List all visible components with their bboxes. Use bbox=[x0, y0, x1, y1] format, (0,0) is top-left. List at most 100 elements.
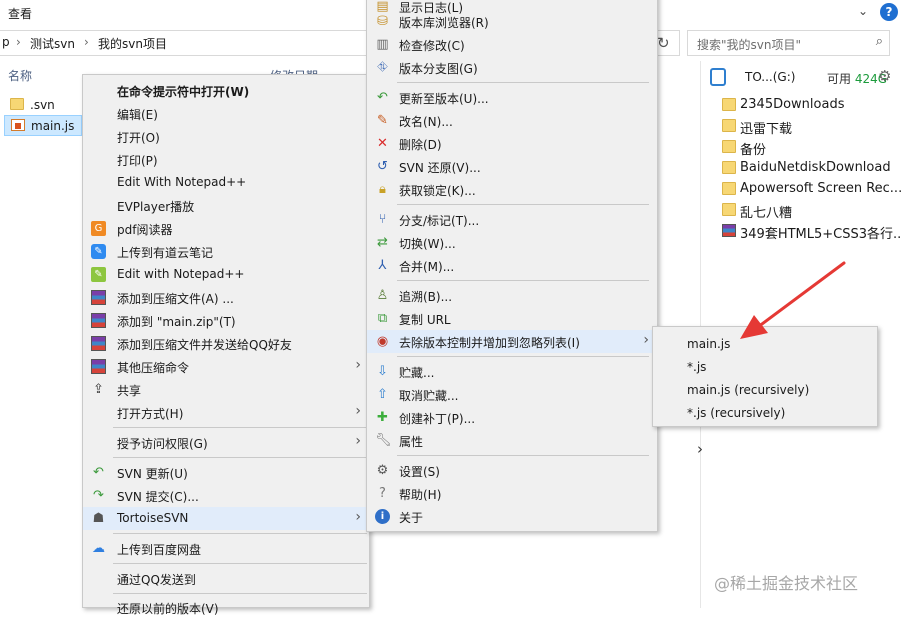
menu-item-send-qq[interactable]: 通过QQ发送到 bbox=[83, 567, 369, 590]
menu-item-label: 打印(P) bbox=[117, 154, 158, 168]
menu-item-svn-revert[interactable]: ↺ SVN 还原(V)... bbox=[367, 155, 657, 178]
menu-item-blame[interactable]: ♙ 追溯(B)... bbox=[367, 284, 657, 307]
menu-item-ignore-main-js-recursive[interactable]: main.js (recursively) bbox=[653, 379, 877, 402]
menu-item-grant-access[interactable]: 授予访问权限(G) › bbox=[83, 431, 369, 454]
youdao-note-icon: ✎ bbox=[91, 244, 106, 259]
help-icon: ? bbox=[379, 486, 386, 501]
unshelve-icon: ⇧ bbox=[377, 387, 388, 402]
file-row-svn[interactable]: .svn bbox=[4, 95, 82, 116]
tortoise-icon: ☗ bbox=[92, 511, 105, 526]
help-icon[interactable]: ? bbox=[880, 3, 898, 21]
notepadpp-icon: ✎ bbox=[91, 267, 106, 282]
breadcrumb-item[interactable]: 我的svn项目 bbox=[98, 35, 167, 52]
menu-item-label: 版本库浏览器(R) bbox=[399, 16, 489, 30]
menu-separator bbox=[397, 455, 649, 456]
menu-item-label: SVN 提交(C)... bbox=[117, 490, 199, 504]
pdf-icon: G bbox=[91, 221, 106, 236]
column-header-name[interactable]: 名称 bbox=[8, 67, 32, 84]
settings-icon: ⚙ bbox=[376, 463, 389, 478]
patch-icon: ✚ bbox=[377, 410, 388, 425]
menu-item-shelve[interactable]: ⇩ 贮藏... bbox=[367, 360, 657, 383]
menu-item-label: 添加到 "main.zip"(T) bbox=[117, 315, 236, 329]
search-input[interactable]: 搜索"我的svn项目" ⌕ bbox=[687, 30, 890, 56]
js-file-icon bbox=[11, 119, 25, 131]
chevron-right-icon[interactable]: › bbox=[697, 440, 719, 466]
check-modifications-icon: ▥ bbox=[376, 37, 389, 52]
menu-item-open-with[interactable]: 打开方式(H) › bbox=[83, 401, 369, 424]
menu-item-help[interactable]: ? 帮助(H) bbox=[367, 482, 657, 505]
blame-icon: ♙ bbox=[376, 288, 389, 303]
menu-item-baidu-upload[interactable]: ☁ 上传到百度网盘 bbox=[83, 537, 369, 560]
menu-item-label: 切换(W)... bbox=[399, 237, 456, 251]
menu-item-repo-browser[interactable]: ⛁ 版本库浏览器(R) bbox=[367, 10, 657, 33]
menu-item-edit[interactable]: 编辑(E) bbox=[83, 102, 369, 125]
breadcrumb-item[interactable]: p bbox=[2, 35, 10, 49]
menu-item-delete[interactable]: ✕ 删除(D) bbox=[367, 132, 657, 155]
menu-item-rename[interactable]: ✎ 改名(N)... bbox=[367, 109, 657, 132]
rar-icon bbox=[91, 359, 106, 374]
menu-item-revision-graph[interactable]: ⛗ 版本分支图(G) bbox=[367, 56, 657, 79]
menu-item-add-archive[interactable]: 添加到压缩文件(A) ... bbox=[83, 286, 369, 309]
menu-item-check-modifications[interactable]: ▥ 检查修改(C) bbox=[367, 33, 657, 56]
file-row-main-js[interactable]: main.js bbox=[4, 115, 82, 136]
menu-item-pdf-reader[interactable]: Gpdf阅读器 bbox=[83, 217, 369, 240]
arrow-shaft bbox=[756, 261, 846, 329]
menu-item-settings[interactable]: ⚙ 设置(S) bbox=[367, 459, 657, 482]
ribbon-collapse-icon[interactable]: ⌄ bbox=[858, 4, 868, 18]
menu-item-create-patch[interactable]: ✚ 创建补丁(P)... bbox=[367, 406, 657, 429]
side-item-label: Apowersoft Screen Rec... bbox=[740, 181, 902, 196]
menu-item-archive-qq[interactable]: 添加到压缩文件并发送给QQ好友 bbox=[83, 332, 369, 355]
menu-item-other-compress[interactable]: 其他压缩命令 › bbox=[83, 355, 369, 378]
menu-item-get-lock[interactable]: 🔒︎ 获取锁定(K)... bbox=[367, 178, 657, 201]
drive-header[interactable]: TO...(G:) 可用 424G ⚙ bbox=[702, 62, 902, 92]
menu-item-print[interactable]: 打印(P) bbox=[83, 148, 369, 171]
menu-item-edit-notepad[interactable]: Edit With Notepad++ bbox=[83, 171, 369, 194]
menu-separator bbox=[113, 533, 367, 534]
menu-item-share[interactable]: ⇪ 共享 bbox=[83, 378, 369, 401]
wrench-icon: 🔧︎ bbox=[375, 433, 392, 448]
side-item-label: 349套HTML5+CSS3各行... bbox=[740, 227, 902, 242]
file-context-menu: 在命令提示符中打开(W) 编辑(E) 打开(O) 打印(P) Edit With… bbox=[82, 74, 370, 616]
menu-item-about[interactable]: i 关于 bbox=[367, 505, 657, 528]
rar-icon bbox=[91, 336, 106, 351]
menu-item-copy-url[interactable]: ⧉ 复制 URL bbox=[367, 307, 657, 330]
menu-item-open[interactable]: 打开(O) bbox=[83, 125, 369, 148]
menu-item-label: 关于 bbox=[399, 511, 424, 525]
chevron-right-icon: › bbox=[355, 403, 361, 419]
side-item-label: 备份 bbox=[740, 143, 767, 158]
delete-icon: ✕ bbox=[377, 136, 388, 151]
menu-item-svn-commit[interactable]: ↷ SVN 提交(C)... bbox=[83, 484, 369, 507]
menu-item-merge[interactable]: ⅄ 合并(M)... bbox=[367, 254, 657, 277]
breadcrumb-item[interactable]: 测试svn bbox=[30, 35, 75, 52]
menu-item-ignore-js-recursive[interactable]: *.js (recursively) bbox=[653, 402, 877, 425]
gear-icon[interactable]: ⚙ bbox=[878, 67, 891, 85]
menu-item-update-to-revision[interactable]: ↶ 更新至版本(U)... bbox=[367, 86, 657, 109]
menu-item-ignore-js[interactable]: *.js bbox=[653, 356, 877, 379]
menu-item-label: SVN 更新(U) bbox=[117, 467, 188, 481]
menu-item-switch[interactable]: ⇄ 切换(W)... bbox=[367, 231, 657, 254]
menu-item-evplayer[interactable]: EVPlayer播放 bbox=[83, 194, 369, 217]
share-icon: ⇪ bbox=[93, 382, 104, 397]
menu-item-svn-update[interactable]: ↶ SVN 更新(U) bbox=[83, 461, 369, 484]
menu-item-unshelve[interactable]: ⇧ 取消贮藏... bbox=[367, 383, 657, 406]
menu-item-notepadpp[interactable]: ✎ Edit with Notepad++ bbox=[83, 263, 369, 286]
menu-item-label: 检查修改(C) bbox=[399, 39, 465, 53]
menu-item-label: 更新至版本(U)... bbox=[399, 92, 489, 106]
menu-item-open-cmd[interactable]: 在命令提示符中打开(W) bbox=[83, 79, 369, 102]
menu-item-tortoisesvn[interactable]: ☗ TortoiseSVN › bbox=[83, 507, 369, 530]
breadcrumb-separator: › bbox=[16, 35, 21, 49]
menu-item-add-zip[interactable]: 添加到 "main.zip"(T) bbox=[83, 309, 369, 332]
menu-item-branch-tag[interactable]: ⑂ 分支/标记(T)... bbox=[367, 208, 657, 231]
menu-item-unversion-ignore[interactable]: ◉ 去除版本控制并增加到忽略列表(I) › bbox=[367, 330, 657, 353]
menu-item-label: 分支/标记(T)... bbox=[399, 214, 480, 228]
menu-separator bbox=[397, 82, 649, 83]
menu-item-properties[interactable]: 🔧︎ 属性 bbox=[367, 429, 657, 452]
view-menu[interactable]: 查看 bbox=[8, 5, 32, 22]
watermark: @稀土掘金技术社区 bbox=[714, 574, 859, 593]
menu-item-youdao[interactable]: ✎ 上传到有道云笔记 bbox=[83, 240, 369, 263]
drive-icon bbox=[710, 68, 726, 86]
menu-separator bbox=[397, 356, 649, 357]
revert-icon: ↺ bbox=[377, 159, 388, 174]
refresh-icon[interactable]: ↻ bbox=[657, 34, 670, 52]
menu-item-label: 追溯(B)... bbox=[399, 290, 453, 304]
